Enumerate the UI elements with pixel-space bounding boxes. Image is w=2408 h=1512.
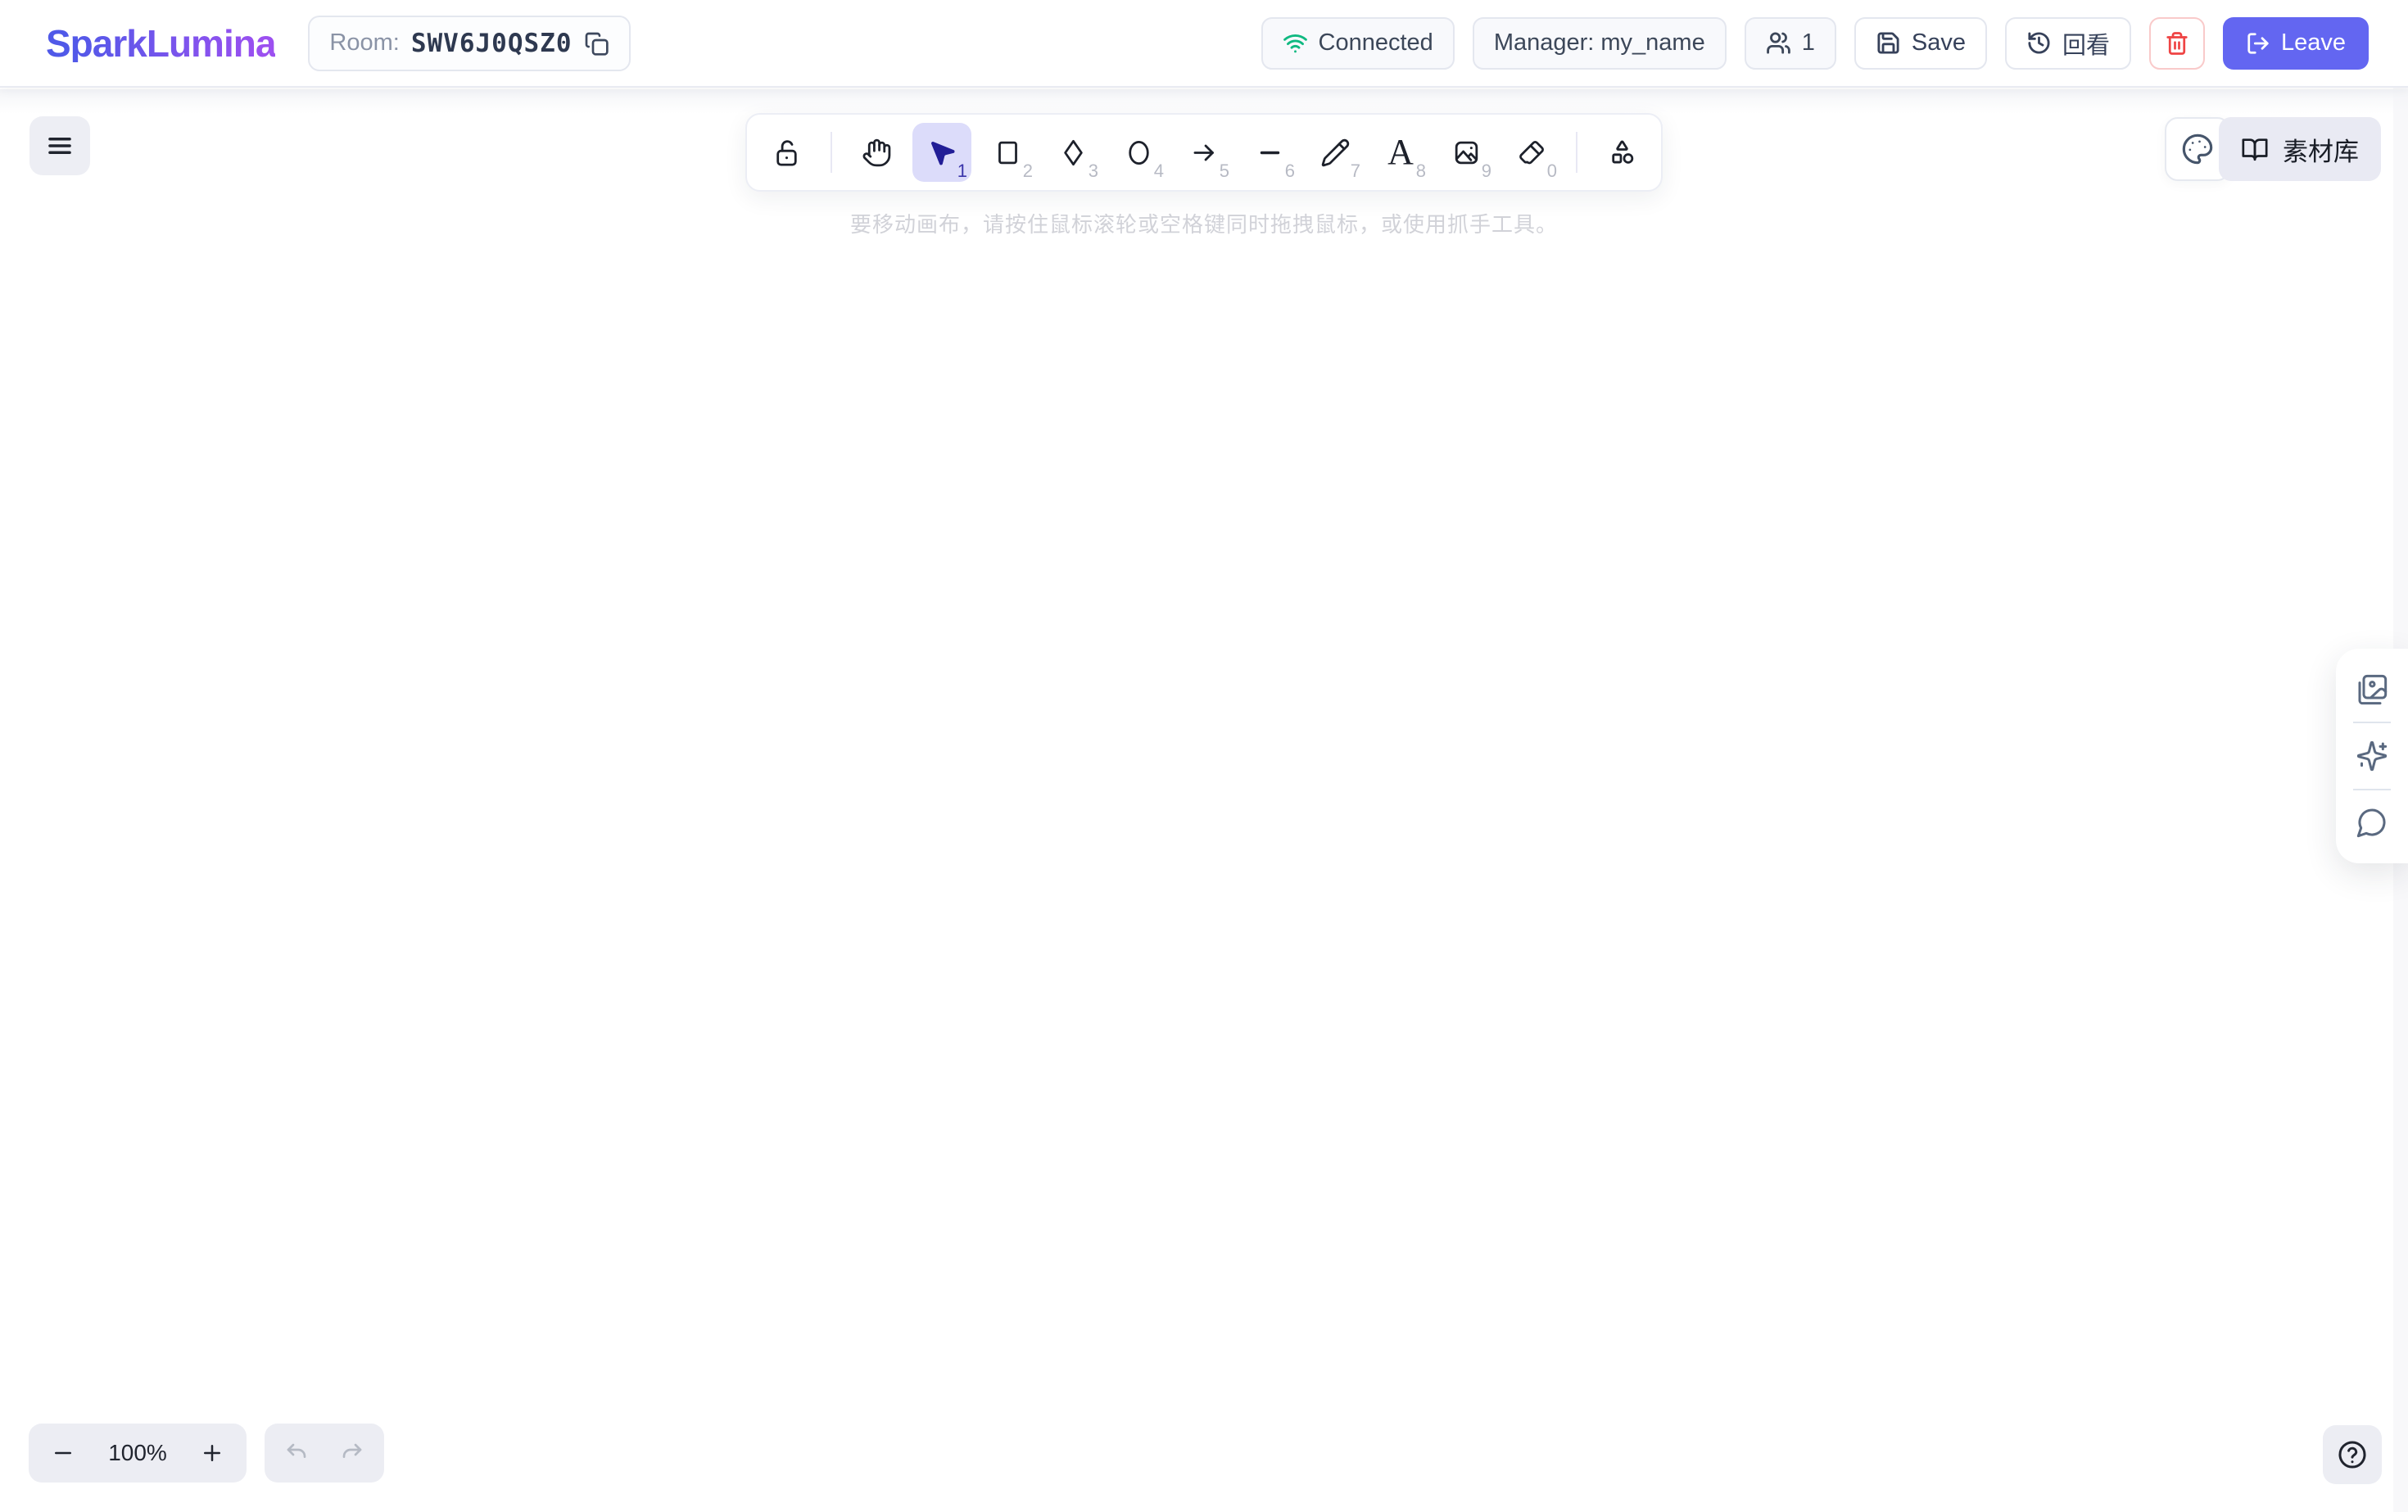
copy-icon [586, 32, 609, 56]
right-tools-panel [2336, 649, 2408, 863]
zoom-in-button[interactable] [197, 1438, 227, 1468]
tool-line[interactable]: 6 [1240, 123, 1299, 182]
rectangle-icon [998, 141, 1017, 164]
hamburger-menu-icon [48, 137, 71, 155]
lock-open-icon [776, 139, 797, 166]
panel-divider [2353, 722, 2391, 724]
clear-board-button[interactable] [2148, 16, 2205, 70]
top-bar: SparkLumina Room: SWV6J0QSZ0 Connected M… [0, 0, 2408, 88]
participants-count: 1 [1801, 29, 1815, 56]
canvas-pan-hint: 要移动画布，请按住鼠标滚轮或空格键同时拖拽鼠标，或使用抓手工具。 [849, 212, 1558, 237]
header-shadow [0, 89, 2408, 114]
chat-button[interactable] [2354, 804, 2390, 840]
trash-icon [2166, 31, 2188, 55]
palette-icon [2182, 134, 2213, 165]
replay-button[interactable]: 回看 [2004, 16, 2131, 70]
shapes-icon [1611, 139, 1633, 164]
tool-select[interactable]: 1 [912, 123, 971, 182]
tool-diamond[interactable]: 3 [1043, 123, 1102, 182]
users-icon [1766, 32, 1790, 54]
pencil-icon [1321, 138, 1349, 166]
leave-label: Leave [2280, 29, 2346, 56]
drawing-toolbar: 1 2 3 4 5 6 7 A 8 9 0 [745, 113, 1663, 192]
tool-eraser[interactable]: 0 [1502, 123, 1561, 182]
hand-icon [862, 138, 890, 166]
ellipse-icon [1128, 140, 1149, 165]
tool-more-shapes[interactable] [1592, 123, 1651, 182]
room-code: SWV6J0QSZ0 [410, 28, 573, 58]
manager-label: Manager: my_name [1493, 29, 1705, 56]
save-icon [1877, 32, 1899, 54]
material-library-label: 素材库 [2283, 137, 2359, 166]
tool-hand[interactable] [847, 123, 906, 182]
question-mark-icon [2338, 1441, 2366, 1469]
panel-divider [2353, 788, 2391, 790]
replay-label: 回看 [2062, 32, 2110, 59]
minus-icon [55, 1451, 71, 1455]
undo-redo-controls [265, 1424, 384, 1483]
tool-image[interactable]: 9 [1437, 123, 1496, 182]
tool-ellipse[interactable]: 4 [1109, 123, 1168, 182]
tool-text[interactable]: A 8 [1371, 123, 1430, 182]
save-label: Save [1911, 29, 1966, 56]
participants-badge: 1 [1744, 16, 1836, 70]
material-library-button[interactable]: 素材库 [2219, 117, 2381, 181]
ai-assistant-button[interactable] [2354, 738, 2390, 774]
arrow-right-icon [1193, 144, 1214, 161]
book-open-icon [2242, 138, 2268, 161]
undo-button[interactable] [283, 1440, 310, 1466]
history-icon [2028, 32, 2050, 54]
main-menu-button[interactable] [29, 116, 90, 175]
zoom-out-button[interactable] [48, 1438, 78, 1468]
redo-icon [342, 1443, 362, 1458]
leave-button[interactable]: Leave [2222, 16, 2369, 70]
tool-rectangle[interactable]: 2 [978, 123, 1037, 182]
help-button[interactable] [2323, 1425, 2382, 1484]
diamond-icon [1063, 139, 1083, 165]
header-actions: Connected Manager: my_name 1 Save 回看 Lea… [1261, 16, 2369, 70]
text-tool-icon: A [1387, 132, 1414, 172]
toolbar-divider [831, 132, 832, 173]
redo-button[interactable] [339, 1440, 365, 1466]
save-button[interactable]: Save [1854, 16, 1987, 70]
zoom-level: 100% [108, 1440, 167, 1465]
manager-badge: Manager: my_name [1472, 16, 1727, 70]
tool-draw[interactable]: 7 [1306, 123, 1365, 182]
cursor-icon [930, 141, 955, 165]
images-icon [2358, 674, 2388, 704]
gallery-button[interactable] [2354, 672, 2390, 708]
room-badge: Room: SWV6J0QSZ0 [308, 15, 631, 71]
app-logo: SparkLumina [46, 21, 276, 65]
logout-icon [2247, 32, 2269, 54]
eraser-icon [1519, 140, 1544, 164]
room-label: Room: [329, 29, 400, 56]
wifi-icon [1283, 34, 1307, 53]
chat-bubble-icon [2356, 808, 2386, 838]
tool-arrow[interactable]: 5 [1175, 123, 1233, 182]
tool-lock[interactable] [757, 123, 816, 182]
line-icon [1260, 151, 1279, 154]
plus-icon [204, 1445, 220, 1461]
zoom-controls: 100% [29, 1424, 247, 1483]
undo-icon [287, 1443, 306, 1458]
image-icon [1455, 141, 1478, 164]
connection-status-badge: Connected [1261, 16, 1455, 70]
connection-status-label: Connected [1318, 29, 1433, 56]
toolbar-divider [1576, 132, 1577, 173]
sparkles-icon [2356, 740, 2388, 772]
copy-room-code-button[interactable] [583, 30, 609, 57]
